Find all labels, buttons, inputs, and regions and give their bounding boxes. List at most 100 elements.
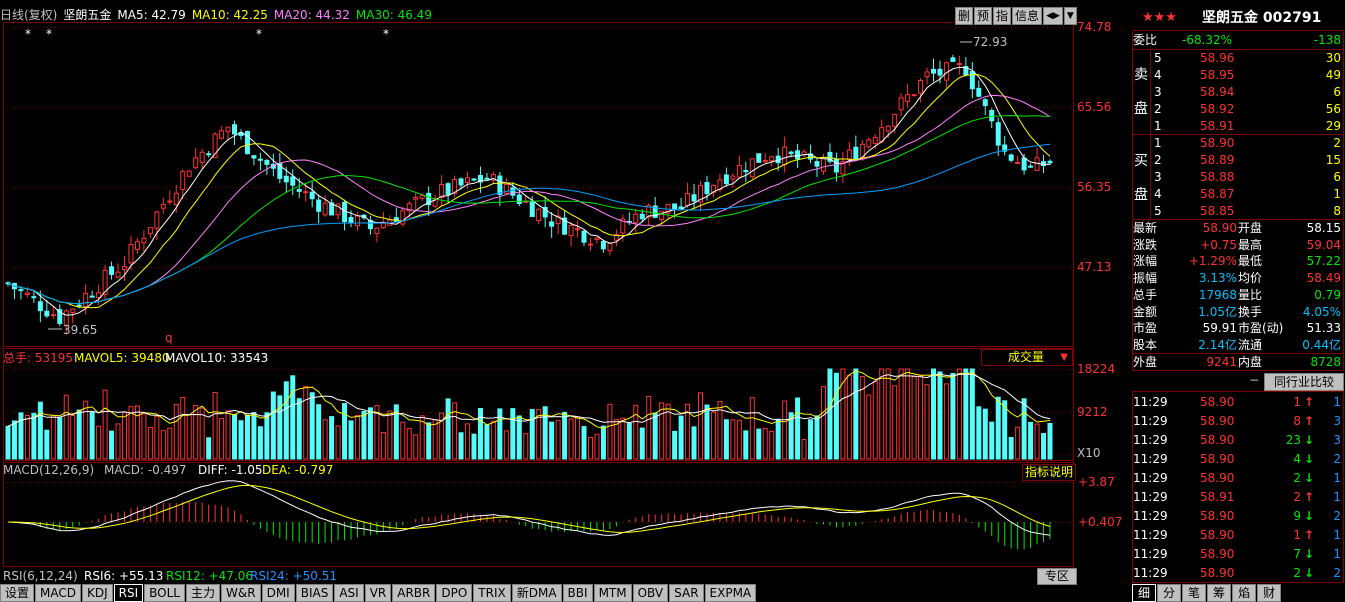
indicator-tab-16[interactable]: MTM (593, 584, 632, 602)
indicator-tab-0[interactable]: 设置 (0, 584, 35, 602)
toolbar-dropdown-button[interactable]: ▼ (1063, 7, 1077, 25)
sell-price: 58.91 (1200, 119, 1235, 133)
buy-level-5[interactable]: 5 58.85 8 (1132, 203, 1345, 220)
tick-row: 11:29 58.90 4 ↓ 2 (1132, 450, 1345, 469)
arrow-down-icon: ↓ (1304, 547, 1315, 561)
arrow-down-icon: ↓ (1304, 433, 1315, 447)
macd-lines (7, 480, 1051, 536)
tick-row: 11:29 58.90 1 ↑ 1 (1132, 526, 1345, 545)
industry-row: − 同行业比较 (1132, 372, 1345, 392)
panel-tab-0[interactable]: 细 (1132, 584, 1157, 602)
industry-compare-button[interactable]: 同行业比较 (1264, 373, 1344, 391)
indicator-tab-7[interactable]: DMI (261, 584, 295, 602)
indicator-button[interactable]: 指 (993, 7, 1012, 25)
indicator-tab-14[interactable]: 新DMA (511, 584, 562, 602)
indicator-tab-2[interactable]: KDJ (82, 584, 113, 602)
indicator-tab-10[interactable]: VR (364, 584, 392, 602)
sell-volume: 6 (1333, 85, 1341, 99)
tick-row: 11:29 58.90 7 ↓ 1 (1132, 545, 1345, 564)
indicator-tab-17[interactable]: OBV (632, 584, 669, 602)
panel-tab-2[interactable]: 笔 (1182, 584, 1207, 602)
volume-bar (659, 402, 665, 460)
volume-bar (639, 427, 645, 460)
panel-tab-3[interactable]: 筹 (1207, 584, 1232, 602)
delete-button[interactable]: 删 (955, 7, 974, 25)
indicator-tab-4[interactable]: BOLL (144, 584, 185, 602)
indicator-tab-13[interactable]: TRIX (473, 584, 511, 602)
volume-bar (626, 422, 632, 460)
indicator-tab-19[interactable]: EXPMA (704, 584, 757, 602)
tick-row: 11:29 58.90 8 ↑ 3 (1132, 412, 1345, 431)
indicator-tab-9[interactable]: ASI (334, 584, 364, 602)
panel-tab-4[interactable]: 焰 (1232, 584, 1257, 602)
zone-button[interactable]: 专区 (1037, 568, 1077, 585)
sell-level-3[interactable]: 3 58.94 6 (1132, 84, 1345, 101)
volume-bar (89, 411, 95, 460)
sell-side-label-1: 卖 (1134, 67, 1148, 83)
volume-bar (115, 423, 121, 460)
sell-level-1[interactable]: 1 58.91 29 (1132, 118, 1345, 135)
candle-body (1008, 154, 1014, 161)
volume-bar (833, 372, 839, 460)
alert-button[interactable]: 预 (974, 7, 993, 25)
panel-tab-5[interactable]: 财 (1257, 584, 1282, 602)
panel-tab-1[interactable]: 分 (1157, 584, 1182, 602)
tick-list[interactable]: 11:29 58.90 1 ↑ 1 11:29 58.90 8 ↑ 3 11:29 58.90 23 ↓ 3… (1132, 393, 1345, 583)
indicator-tab-12[interactable]: DPO (436, 584, 473, 602)
tick-price: 58.91 (1200, 490, 1235, 504)
candle-body (600, 241, 606, 250)
candle-body (872, 137, 878, 144)
candle-body (1047, 160, 1053, 164)
buy-level-1[interactable]: 1 58.90 2 (1132, 135, 1345, 152)
candle-body (219, 130, 225, 139)
volume-bar (549, 421, 555, 460)
indicator-tab-15[interactable]: BBI (562, 584, 593, 602)
tick-volume: 1 (1293, 528, 1301, 542)
indicator-tab-11[interactable]: ARBR (392, 584, 436, 602)
indicator-help-button[interactable]: 指标说明 (1022, 464, 1077, 481)
candle-body (769, 156, 775, 162)
info-button[interactable]: 信息 (1012, 7, 1043, 25)
candle-body (180, 171, 186, 190)
kline-chart-area[interactable]: 74.78 65.56 56.35 47.13 72.93 39.65 q * … (0, 0, 1130, 584)
volume-total-label: 总手: 53195 (3, 351, 73, 365)
tick-price: 58.90 (1200, 547, 1235, 561)
candle-body (756, 153, 762, 163)
volume-bar (471, 433, 477, 460)
rating-stars: ★★★ (1142, 10, 1177, 25)
period-label[interactable]: 日线(复权) (0, 8, 57, 22)
volume-bar (50, 415, 56, 460)
volume-bar (186, 414, 192, 460)
minus-icon[interactable]: − (1249, 373, 1259, 387)
buy-level-4[interactable]: 4 58.87 1 (1132, 186, 1345, 203)
indicator-tab-5[interactable]: 主力 (186, 584, 221, 602)
sell-level-2[interactable]: 2 58.92 56 (1132, 101, 1345, 118)
indicator-tab-3[interactable]: RSI (113, 584, 144, 602)
indicator-selector[interactable]: 成交量 ▼ (981, 349, 1073, 366)
candle-body (303, 191, 309, 194)
sell-level-5[interactable]: 5 58.96 30 (1132, 50, 1345, 67)
volume-bar (672, 430, 678, 460)
indicator-tab-1[interactable]: MACD (35, 584, 81, 602)
tick-count: 1 (1333, 490, 1341, 504)
candle-body (141, 237, 147, 244)
chart-header: 日线(复权) 坚朗五金 MA5: 42.79 MA10: 42.25 MA20: 44.… (0, 6, 940, 24)
sell-level-number: 5 (1154, 51, 1162, 65)
indicator-tab-8[interactable]: BIAS (295, 584, 334, 602)
volume-bar (1047, 422, 1053, 460)
weibi-label: 委比 (1133, 33, 1158, 47)
sell-level-4[interactable]: 4 58.95 49 (1132, 67, 1345, 84)
candle-body (516, 194, 522, 205)
panel-toggle-button[interactable]: ◀▶ (1043, 7, 1063, 25)
candle-body (685, 193, 691, 206)
candle-body (296, 189, 302, 192)
volume-bar (83, 400, 89, 460)
buy-level-2[interactable]: 2 58.89 15 (1132, 152, 1345, 169)
tick-time: 11:29 (1133, 433, 1168, 447)
arrow-up-icon: ↑ (1304, 490, 1315, 504)
volume-bar (147, 427, 153, 460)
indicator-tab-18[interactable]: SAR (669, 584, 704, 602)
buy-level-3[interactable]: 3 58.88 6 (1132, 169, 1345, 186)
indicator-tab-6[interactable]: W&R (221, 584, 261, 602)
candle-body (257, 158, 263, 161)
